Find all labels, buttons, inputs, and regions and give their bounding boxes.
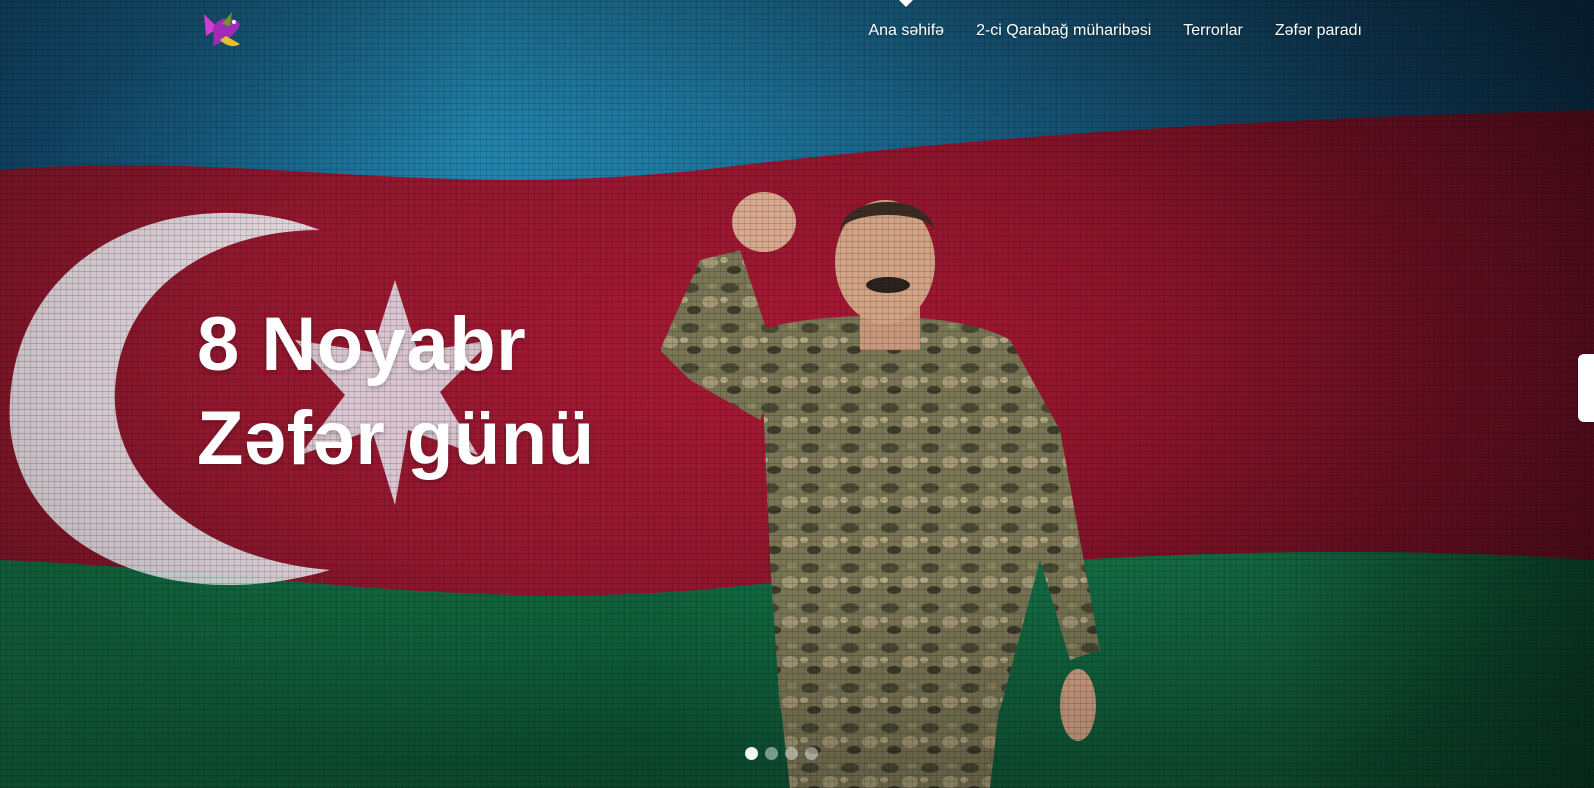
carousel-indicators: [745, 747, 818, 760]
hero-title: 8 Noyabr Zəfər günü: [197, 298, 595, 486]
hero-title-line1: 8 Noyabr: [197, 302, 527, 387]
carousel-dot-2[interactable]: [765, 747, 778, 760]
nav-item-home[interactable]: Ana səhifə: [868, 20, 944, 42]
carousel-dot-3[interactable]: [785, 747, 798, 760]
hero-slider: Ana səhifə 2-ci Qarabağ müharibəsi Terro…: [0, 0, 1594, 788]
hummingbird-logo-icon[interactable]: [196, 6, 246, 54]
nav-item-terrors[interactable]: Terrorlar: [1183, 20, 1243, 42]
side-panel-toggle[interactable]: [1578, 354, 1594, 422]
nav-item-victory-parade[interactable]: Zəfər paradı: [1275, 20, 1362, 42]
navbar: Ana səhifə 2-ci Qarabağ müharibəsi Terro…: [0, 0, 1594, 64]
carousel-dot-4[interactable]: [805, 747, 818, 760]
main-nav: Ana səhifə 2-ci Qarabağ müharibəsi Terro…: [868, 20, 1362, 42]
carousel-dot-1[interactable]: [745, 747, 758, 760]
nav-item-karabakh-war[interactable]: 2-ci Qarabağ müharibəsi: [976, 20, 1151, 42]
hero-title-line2: Zəfər günü: [197, 396, 595, 481]
